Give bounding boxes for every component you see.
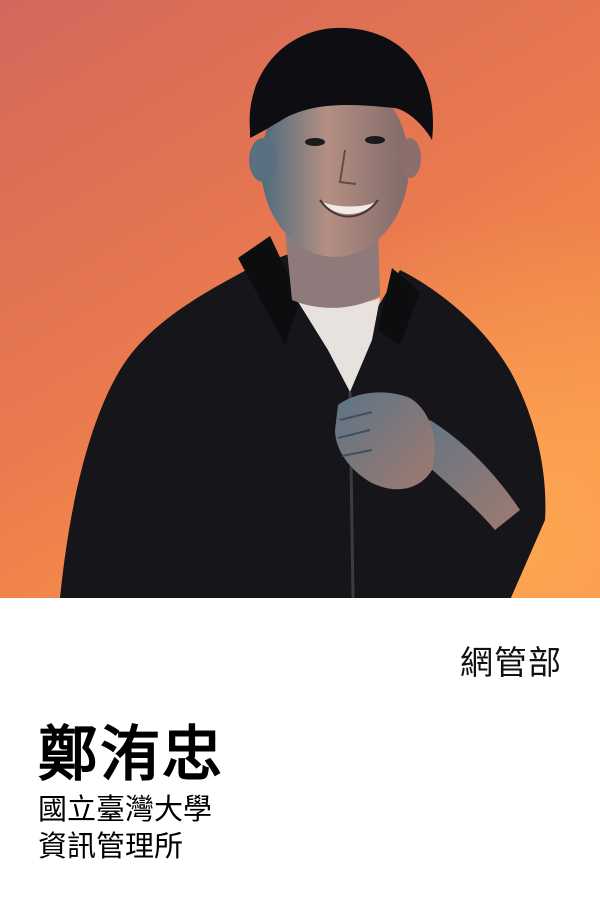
- department-label: 網管部: [460, 643, 562, 682]
- portrait-photo: [0, 0, 600, 598]
- person-name: 鄭洧忠: [38, 720, 224, 790]
- institute-name: 資訊管理所: [38, 829, 184, 863]
- affiliation: 國立臺灣大學 資訊管理所: [38, 791, 212, 865]
- profile-card: 網管部 鄭洧忠 國立臺灣大學 資訊管理所: [0, 0, 600, 900]
- university-name: 國立臺灣大學: [38, 792, 213, 826]
- info-panel: 網管部 鄭洧忠 國立臺灣大學 資訊管理所: [0, 598, 600, 900]
